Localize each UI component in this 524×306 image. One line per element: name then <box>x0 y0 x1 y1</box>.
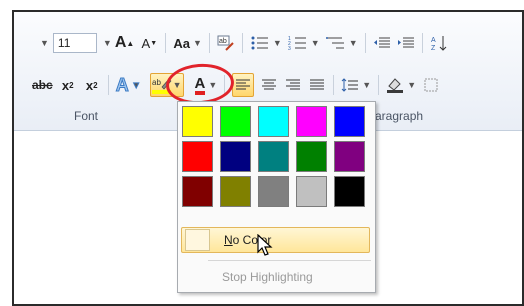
grow-font-icon[interactable]: A ▲ <box>115 32 134 54</box>
separator <box>378 75 380 95</box>
increase-indent-icon[interactable] <box>397 32 415 54</box>
strikethrough-icon[interactable]: abc <box>32 74 53 96</box>
separator <box>333 75 335 95</box>
subscript-icon[interactable]: x2 <box>59 74 77 96</box>
line-spacing-icon[interactable]: ▼ <box>341 74 371 96</box>
highlight-color-swatch[interactable] <box>258 141 289 172</box>
clear-formatting-icon[interactable]: ab <box>217 32 235 54</box>
svg-text:ab: ab <box>219 38 227 45</box>
change-case-icon[interactable]: Aa ▼ <box>173 32 202 54</box>
separator <box>107 75 109 95</box>
numbering-icon[interactable]: 1 2 3 ▼ <box>288 32 320 54</box>
menu-divider <box>208 260 371 261</box>
shrink-font-icon[interactable]: A ▼ <box>140 32 158 54</box>
font-size-combo[interactable]: 11 <box>52 33 97 53</box>
svg-text:ab: ab <box>152 78 161 87</box>
highlight-color-swatch[interactable] <box>334 176 365 207</box>
highlight-swatch-grid <box>182 106 365 207</box>
font-group-label: Font <box>74 109 99 123</box>
highlight-color-swatch[interactable] <box>258 176 289 207</box>
highlight-color-swatch[interactable] <box>182 141 213 172</box>
separator <box>165 33 167 53</box>
stop-highlighting-menu-item[interactable]: Stop Highlighting <box>222 270 313 284</box>
no-color-menu-item[interactable]: No Color <box>181 227 370 253</box>
align-right-icon[interactable] <box>284 74 302 96</box>
svg-text:Z: Z <box>431 45 436 52</box>
highlight-color-swatch[interactable] <box>296 106 327 137</box>
borders-icon[interactable] <box>422 74 440 96</box>
highlight-color-swatch[interactable] <box>334 141 365 172</box>
center-icon[interactable] <box>260 74 278 96</box>
separator <box>241 33 243 53</box>
highlight-color-menu: No Color Stop Highlighting <box>177 101 376 293</box>
shading-icon[interactable]: ▼ <box>386 74 416 96</box>
superscript-icon[interactable]: x2 <box>83 74 101 96</box>
separator <box>208 33 210 53</box>
align-left-icon[interactable] <box>232 73 255 97</box>
decrease-indent-icon[interactable] <box>373 32 391 54</box>
highlight-color-swatch[interactable] <box>334 106 365 137</box>
separator <box>421 33 423 53</box>
highlight-color-swatch[interactable] <box>258 106 289 137</box>
multilevel-list-icon[interactable]: ▼ <box>325 32 358 54</box>
highlight-color-swatch[interactable] <box>182 106 213 137</box>
font-name-dropdown-arrow-icon[interactable]: ▼ <box>40 38 49 48</box>
mouse-pointer-icon <box>257 234 273 256</box>
separator <box>364 33 366 53</box>
ribbon-row-1: ▼ 11 ▼ A ▲ A ▼ Aa ▼ ab ▼ 1 2 3 ▼ ▼ A Z <box>14 30 451 56</box>
highlight-color-swatch[interactable] <box>220 141 251 172</box>
svg-text:A: A <box>431 37 436 44</box>
justify-icon[interactable] <box>308 74 326 96</box>
word-window: ▼ 11 ▼ A ▲ A ▼ Aa ▼ ab ▼ 1 2 3 ▼ ▼ A Z a… <box>12 10 524 306</box>
no-color-swatch <box>185 229 210 251</box>
highlight-color-swatch[interactable] <box>220 176 251 207</box>
sort-icon[interactable]: AZ <box>430 32 448 54</box>
highlight-color-swatch[interactable] <box>220 106 251 137</box>
font-size-value: 11 <box>57 36 71 50</box>
highlight-color-swatch[interactable] <box>296 176 327 207</box>
highlight-color-swatch[interactable] <box>296 141 327 172</box>
bullets-icon[interactable]: ▼ <box>250 32 282 54</box>
font-size-dropdown-arrow-icon[interactable]: ▼ <box>103 38 112 48</box>
svg-text:3: 3 <box>288 46 291 51</box>
text-effects-icon[interactable]: A ▼ <box>115 74 141 96</box>
highlight-color-swatch[interactable] <box>182 176 213 207</box>
